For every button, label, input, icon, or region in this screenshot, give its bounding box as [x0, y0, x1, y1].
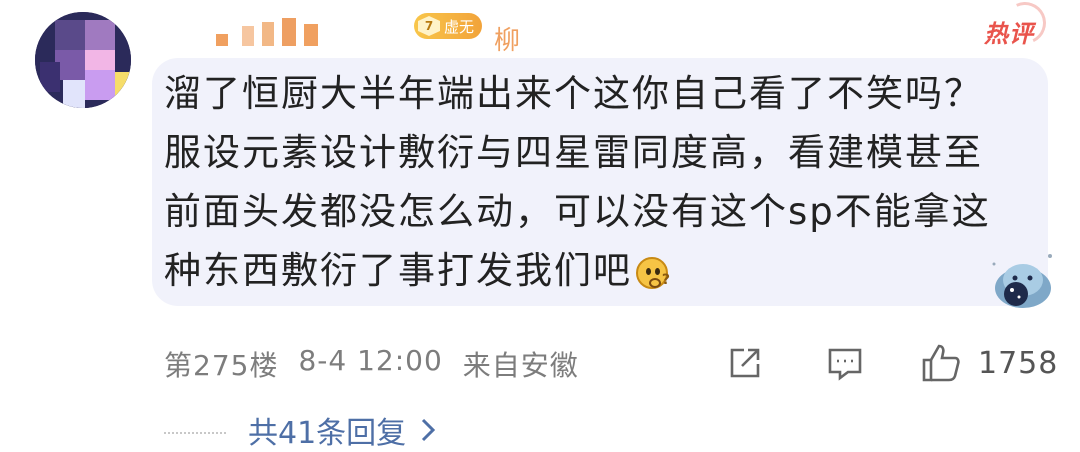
view-replies-link[interactable]: 共41条回复: [248, 408, 436, 452]
level-number: 7: [418, 16, 440, 36]
like-count: 1758: [978, 345, 1059, 381]
comment-text[interactable]: 溜了恒厨大半年端出来个这你自己看了不笑吗？ 服设元素设计敷衍与四星雷同度高，看建…: [164, 64, 1034, 300]
hot-comment-tag: 热评: [984, 20, 1034, 48]
avatar[interactable]: [35, 12, 131, 108]
chevron-right-icon: [422, 418, 436, 442]
post-location: 来自安徽: [462, 349, 579, 382]
share-icon: [730, 348, 760, 378]
like-button[interactable]: 1758: [920, 340, 1058, 386]
reply-button[interactable]: [826, 340, 864, 386]
replies-label: 共41条回复: [248, 416, 407, 451]
mascot-icon: [992, 254, 1052, 308]
username-mosaic: [164, 12, 404, 52]
comment-meta: 第275楼 8-4 12:00 来自安徽: [164, 344, 579, 384]
floor-number: 第275楼: [164, 349, 279, 382]
post-datetime: 8-4 12:00: [298, 344, 443, 377]
comment-line-last: 种东西敷衍了事打发我们吧?: [164, 241, 1034, 300]
comment-line: 溜了恒厨大半年端出来个这你自己看了不笑吗？: [164, 72, 983, 115]
username-text: 柳: [494, 26, 522, 56]
level-badge[interactable]: 7 虚无: [414, 13, 483, 39]
comment-line: 服设元素设计敷衍与四星雷同度高，看建模甚至: [164, 131, 983, 174]
divider: [164, 432, 226, 434]
username[interactable]: 柳: [164, 12, 520, 56]
thinking-face-icon: ?: [636, 256, 670, 289]
comment-icon: [828, 348, 862, 381]
level-title: 虚无: [444, 17, 475, 36]
comment-line: 前面头发都没怎么动，可以没有这个sp不能拿这: [164, 190, 991, 233]
comment-line: 种东西敷衍了事打发我们吧: [164, 249, 632, 292]
share-button[interactable]: [726, 340, 764, 386]
thumb-up-icon: [922, 344, 960, 382]
